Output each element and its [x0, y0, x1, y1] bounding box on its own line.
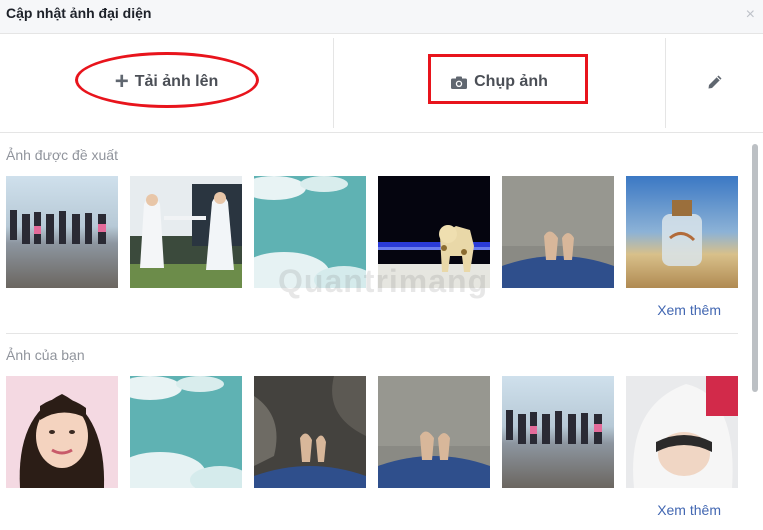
scrollbar-thumb[interactable] [752, 144, 758, 392]
take-photo-button[interactable]: Chụp ảnh [334, 34, 665, 130]
see-more-yours-link[interactable]: Xem thêm [657, 502, 721, 518]
section-divider [6, 333, 738, 334]
action-bar: + Tải ảnh lên Chụp ảnh [0, 34, 763, 130]
highlight-box [428, 54, 588, 104]
close-icon[interactable]: × [746, 6, 755, 24]
your-photo-3[interactable] [254, 376, 366, 488]
your-photo-5[interactable] [502, 376, 614, 488]
suggested-photo-6[interactable] [626, 176, 738, 288]
scrollbar[interactable] [750, 138, 759, 530]
your-photo-6[interactable] [626, 376, 738, 488]
your-photos-label: Ảnh của bạn [6, 347, 85, 363]
suggested-photo-1[interactable] [6, 176, 118, 288]
highlight-oval [75, 52, 259, 108]
suggested-photo-2[interactable] [130, 176, 242, 288]
header-divider [0, 132, 763, 133]
dialog-title: Cập nhật ảnh đại diện [6, 5, 152, 21]
your-photo-2[interactable] [130, 376, 242, 488]
suggested-photo-3[interactable] [254, 176, 366, 288]
pencil-icon [708, 75, 721, 89]
suggested-photo-5[interactable] [502, 176, 614, 288]
suggested-photos-label: Ảnh được đề xuất [6, 147, 118, 163]
upload-photo-button[interactable]: + Tải ảnh lên [0, 34, 333, 130]
dialog-header: Cập nhật ảnh đại diện × [0, 0, 763, 34]
edit-button[interactable] [666, 34, 763, 130]
your-photo-4[interactable] [378, 376, 490, 488]
see-more-suggested-link[interactable]: Xem thêm [657, 302, 721, 318]
suggested-photo-4[interactable] [378, 176, 490, 288]
your-photo-1[interactable] [6, 376, 118, 488]
